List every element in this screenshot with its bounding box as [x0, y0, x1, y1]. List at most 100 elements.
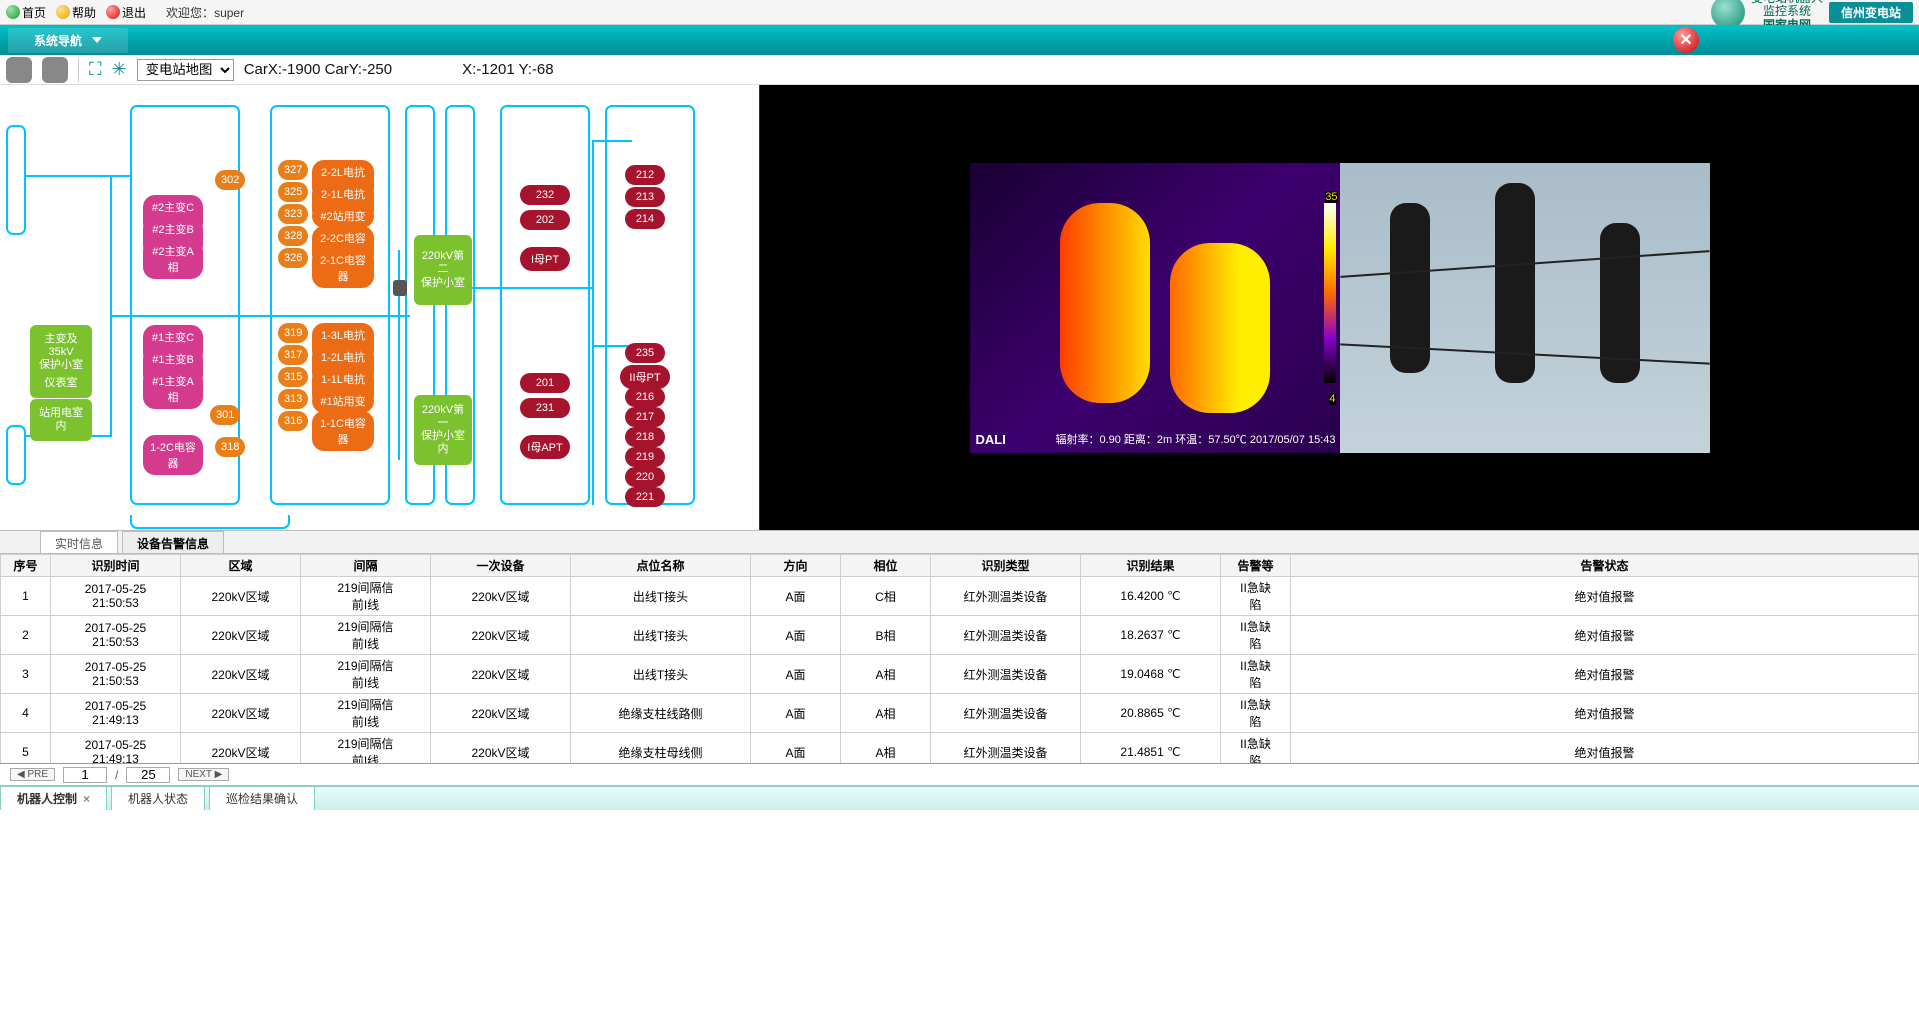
table-row[interactable]: 52017-05-25 21:49:13220kV区域219间隔信 前I线220…: [1, 733, 1919, 765]
col-header[interactable]: 序号: [1, 555, 51, 577]
map-tag: 1-1C电容器: [312, 411, 374, 451]
col-header[interactable]: 识别类型: [931, 555, 1081, 577]
close-button[interactable]: ✕: [1673, 27, 1699, 53]
tool-icon-2[interactable]: [42, 57, 68, 83]
cell: 19.0468 ℃: [1081, 655, 1221, 694]
map-tag: #1站用变: [312, 389, 374, 413]
table-row[interactable]: 12017-05-25 21:50:53220kV区域219间隔信 前I线220…: [1, 577, 1919, 616]
cell: II急缺 陷: [1221, 655, 1291, 694]
table-row[interactable]: 42017-05-25 21:49:13220kV区域219间隔信 前I线220…: [1, 694, 1919, 733]
map-tag: 231: [520, 398, 570, 418]
col-header[interactable]: 相位: [841, 555, 931, 577]
tab-alarms[interactable]: 设备告警信息: [122, 531, 224, 553]
cell: 出线T接头: [571, 616, 751, 655]
exit-icon: [106, 5, 120, 19]
substation-map[interactable]: 主变及35kV 保护小室 仪表室 站用电室内 220kV第二 保护小室 220k…: [0, 85, 760, 530]
help-icon: [56, 5, 70, 19]
map-tag: 221: [625, 487, 665, 507]
col-header[interactable]: 方向: [751, 555, 841, 577]
col-header[interactable]: 一次设备: [431, 555, 571, 577]
system-nav-button[interactable]: 系统导航: [8, 28, 128, 53]
cell: 绝缘支柱母线侧: [571, 733, 751, 765]
cell: 绝对值报警: [1291, 577, 1919, 616]
cell: 219间隔信 前I线: [301, 694, 431, 733]
thermal-scale-hi: 35: [1325, 191, 1337, 203]
nav-bar: 系统导航 ✕: [0, 25, 1919, 55]
tab-inspection-confirm[interactable]: 巡检结果确认: [209, 786, 315, 810]
map-tag: 220kV第一 保护小室内: [414, 395, 472, 465]
map-tag: 326: [278, 248, 308, 268]
total-pages: [126, 767, 170, 783]
thermal-brand: DALI: [976, 432, 1006, 447]
map-select[interactable]: 变电站地图: [137, 59, 234, 81]
map-tag: 213: [625, 187, 665, 207]
expand-icon[interactable]: ⛶: [89, 59, 102, 80]
map-tag: 313: [278, 389, 308, 409]
table-row[interactable]: 32017-05-25 21:50:53220kV区域219间隔信 前I线220…: [1, 655, 1919, 694]
exit-label: 退出: [122, 4, 146, 21]
cell: A面: [751, 655, 841, 694]
cell: 220kV区域: [181, 655, 301, 694]
cell: A相: [841, 655, 931, 694]
cell: 5: [1, 733, 51, 765]
home-button[interactable]: 首页: [6, 4, 46, 21]
alarm-table-wrap[interactable]: 序号识别时间区域间隔一次设备点位名称方向相位识别类型识别结果告警等告警状态 12…: [0, 554, 1919, 764]
map-tag: 仪表室: [30, 369, 92, 398]
cell: II急缺 陷: [1221, 694, 1291, 733]
cell: 220kV区域: [181, 577, 301, 616]
bottom-tabs: 机器人控制× 机器人状态 巡检结果确认: [0, 786, 1919, 810]
mouse-coord: X:-1201 Y:-68: [462, 61, 553, 78]
tab-realtime[interactable]: 实时信息: [40, 531, 118, 553]
chevron-down-icon: [92, 37, 102, 43]
tab-robot-status[interactable]: 机器人状态: [111, 786, 205, 810]
home-icon: [6, 5, 20, 19]
exit-button[interactable]: 退出: [106, 4, 146, 21]
map-tag: #1主变A相: [143, 369, 203, 409]
col-header[interactable]: 识别结果: [1081, 555, 1221, 577]
map-box: [6, 425, 26, 485]
close-icon[interactable]: ×: [83, 792, 90, 806]
help-button[interactable]: 帮助: [56, 4, 96, 21]
cell: C相: [841, 577, 931, 616]
map-tag: 2-1C电容器: [312, 248, 374, 288]
cell: 16.4200 ℃: [1081, 577, 1221, 616]
map-tag: 216: [625, 387, 665, 407]
cell: II急缺 陷: [1221, 616, 1291, 655]
close-icon: ✕: [1679, 30, 1692, 50]
page-input[interactable]: [63, 767, 107, 783]
tab-robot-control[interactable]: 机器人控制×: [0, 786, 107, 810]
cell: 219间隔信 前I线: [301, 733, 431, 765]
map-tag: 302: [215, 170, 245, 190]
map-toolbar: ⛶ ✳ 变电站地图 CarX:-1900 CarY:-250 X:-1201 Y…: [0, 55, 1919, 85]
map-tag: 201: [520, 373, 570, 393]
cell: A相: [841, 733, 931, 765]
map-tag: 212: [625, 165, 665, 185]
map-tag: 232: [520, 185, 570, 205]
thermal-info: 辐射率：0.90 距离：2m 环温：57.50℃ 2017/05/07 15:4…: [1030, 431, 1336, 447]
map-tag: 220kV第二 保护小室: [414, 235, 472, 305]
center-icon[interactable]: ✳: [112, 59, 127, 80]
col-header[interactable]: 识别时间: [51, 555, 181, 577]
system-nav-label: 系统导航: [34, 32, 82, 49]
table-row[interactable]: 22017-05-25 21:50:53220kV区域219间隔信 前I线220…: [1, 616, 1919, 655]
col-header[interactable]: 点位名称: [571, 555, 751, 577]
cell: 红外测温类设备: [931, 694, 1081, 733]
col-header[interactable]: 间隔: [301, 555, 431, 577]
col-header[interactable]: 区域: [181, 555, 301, 577]
next-button[interactable]: NEXT ▶: [178, 768, 229, 781]
cell: 2: [1, 616, 51, 655]
robot-icon: [393, 280, 407, 296]
map-tag: 219: [625, 447, 665, 467]
map-tag: II母PT: [620, 365, 670, 389]
cell: 绝对值报警: [1291, 616, 1919, 655]
cell: A面: [751, 616, 841, 655]
col-header[interactable]: 告警状态: [1291, 555, 1919, 577]
thermal-camera-view: 35 4 DALI 辐射率：0.90 距离：2m 环温：57.50℃ 2017/…: [970, 163, 1340, 453]
cell: 2017-05-25 21:49:13: [51, 733, 181, 765]
col-header[interactable]: 告警等: [1221, 555, 1291, 577]
tool-icon-1[interactable]: [6, 57, 32, 83]
map-wire: [26, 175, 130, 177]
map-tag: 218: [625, 427, 665, 447]
main-split: 主变及35kV 保护小室 仪表室 站用电室内 220kV第二 保护小室 220k…: [0, 85, 1919, 530]
prev-button[interactable]: ◀ PRE: [10, 768, 55, 781]
